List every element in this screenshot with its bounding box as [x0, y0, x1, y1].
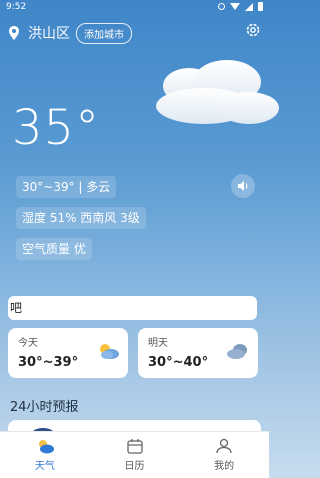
- voice-broadcast-button[interactable]: [231, 174, 255, 198]
- add-city-button[interactable]: 添加城市: [76, 22, 132, 44]
- battery-icon: [258, 2, 263, 11]
- temp-range-condition: 30°~39° | 多云: [16, 176, 117, 198]
- notice-banner[interactable]: 吧: [8, 296, 257, 320]
- status-time: 9:52: [6, 2, 27, 12]
- current-temperature: 35°: [12, 100, 101, 156]
- air-quality[interactable]: 空气质量 优: [16, 238, 92, 260]
- partly-cloudy-icon: [100, 344, 119, 359]
- settings-gear-icon[interactable]: [245, 22, 261, 38]
- forecast-card-tomorrow[interactable]: 明天 30°~40°: [138, 328, 258, 378]
- profile-icon: [216, 438, 232, 454]
- nav-label: 天气: [34, 461, 55, 472]
- status-indicator-icon: [218, 3, 225, 10]
- city-name[interactable]: 洪山区: [28, 23, 70, 43]
- hourly-forecast-title: 24小时预报: [10, 400, 79, 415]
- location-bar: 洪山区 添加城市: [8, 22, 261, 44]
- forecast-card-today[interactable]: 今天 30°~39°: [8, 328, 128, 378]
- weather-icon: [38, 440, 54, 454]
- humidity-wind: 湿度 51% 西南风 3级: [16, 207, 146, 229]
- cloud-illustration: [156, 60, 279, 124]
- nav-label: 日历: [124, 461, 145, 472]
- nav-tab-profile[interactable]: 我的: [179, 432, 269, 478]
- status-icons: [218, 2, 263, 11]
- cloud-icon: [227, 344, 247, 359]
- calendar-icon: [126, 439, 143, 454]
- nav-tab-calendar[interactable]: 日历: [90, 432, 180, 478]
- signal-icon: [245, 2, 253, 11]
- speaker-icon: [238, 181, 248, 191]
- location-pin-icon: [9, 26, 19, 40]
- wifi-icon: [230, 3, 240, 10]
- bottom-navigation: 天气 日历 我的: [0, 431, 269, 478]
- nav-label: 我的: [214, 461, 235, 472]
- status-bar: 9:52: [0, 0, 269, 14]
- nav-tab-weather[interactable]: 天气: [0, 432, 90, 478]
